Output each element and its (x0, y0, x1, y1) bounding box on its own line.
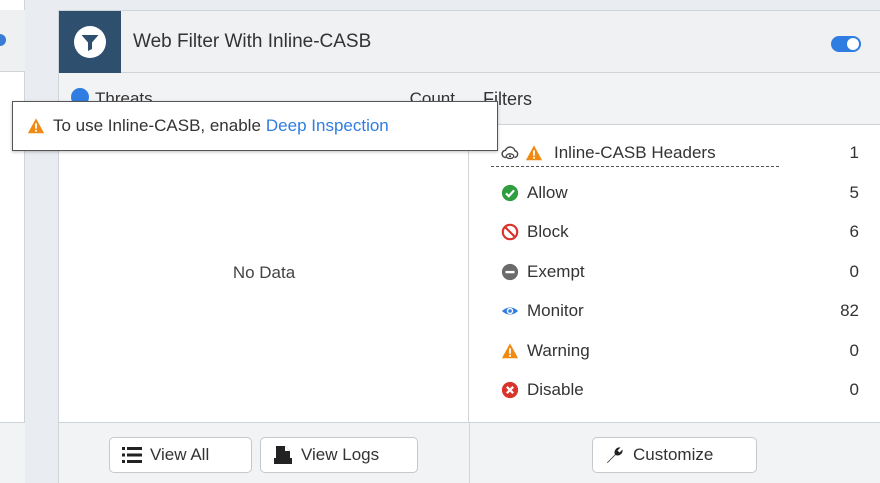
filter-name: Block (527, 222, 569, 241)
filter-count: 0 (849, 380, 859, 399)
deep-inspection-link[interactable]: Deep Inspection (266, 116, 389, 136)
warning-icon (27, 118, 45, 134)
footer-divider (469, 423, 470, 483)
filter-icon (74, 26, 106, 58)
wrench-icon (607, 447, 623, 463)
filter-row-inline-casb-headers[interactable]: Inline-CASB Headers 1 (469, 141, 880, 181)
widget-icon-box (59, 11, 121, 73)
filter-count: 82 (840, 301, 859, 320)
filter-name: Disable (527, 380, 584, 399)
list-icon (122, 447, 142, 463)
minus-circle-icon (501, 263, 519, 280)
logs-icon (274, 446, 292, 464)
warning-icon (501, 342, 519, 358)
toggle-knob (847, 38, 859, 50)
check-circle-icon (501, 184, 519, 201)
filters-header: Filters (469, 73, 880, 125)
filter-count: 0 (849, 261, 859, 281)
view-logs-button[interactable]: View Logs (260, 437, 418, 473)
filter-count: 5 (849, 182, 859, 202)
eye-icon (501, 307, 519, 315)
view-all-label: View All (150, 445, 210, 464)
filter-count: 1 (849, 143, 859, 162)
filter-name: Exempt (527, 261, 585, 281)
adjacent-widget-footer (0, 422, 25, 483)
filter-row-warning[interactable]: Warning 0 (469, 339, 880, 379)
filter-row-exempt[interactable]: Exempt 0 (469, 260, 880, 300)
view-all-button[interactable]: View All (109, 437, 252, 473)
no-data-text: No Data (232, 263, 296, 282)
widget-title: Web Filter With Inline-CASB (133, 31, 372, 52)
filters-panel: Filters Inline-CASB Headers 1 Allow 5 Bl… (469, 73, 880, 422)
filter-row-block[interactable]: Block 6 (469, 220, 880, 260)
widget-enable-toggle[interactable] (831, 36, 861, 52)
widget-header: Web Filter With Inline-CASB (59, 11, 880, 73)
filter-name: Allow (527, 182, 568, 202)
filter-name: Inline-CASB Headers (554, 143, 716, 162)
filter-row-allow[interactable]: Allow 5 (469, 181, 880, 221)
web-filter-widget: Web Filter With Inline-CASB Threats Coun… (58, 10, 880, 483)
customize-button[interactable]: Customize (592, 437, 757, 473)
filter-count: 6 (849, 222, 859, 241)
filter-row-monitor[interactable]: Monitor 82 (469, 299, 880, 339)
view-logs-label: View Logs (301, 445, 380, 464)
filter-name: Warning (527, 340, 590, 360)
block-icon (501, 223, 519, 241)
widget-footer: View All View Logs Customize (59, 422, 880, 483)
filter-count: 0 (849, 340, 859, 360)
x-circle-icon (501, 381, 519, 399)
filter-name: Monitor (527, 301, 584, 320)
inline-casb-tooltip: To use Inline-CASB, enable Deep Inspecti… (12, 101, 498, 151)
tooltip-text: To use Inline-CASB, enable (53, 116, 261, 135)
cloud-eye-icon (501, 146, 519, 160)
filter-list: Inline-CASB Headers 1 Allow 5 Block 6 Ex… (469, 141, 880, 418)
adjacent-widget (0, 0, 25, 483)
customize-label: Customize (633, 445, 714, 464)
dashed-underline (491, 166, 779, 167)
filter-row-disable[interactable]: Disable 0 (469, 378, 880, 418)
warning-icon (525, 145, 543, 161)
